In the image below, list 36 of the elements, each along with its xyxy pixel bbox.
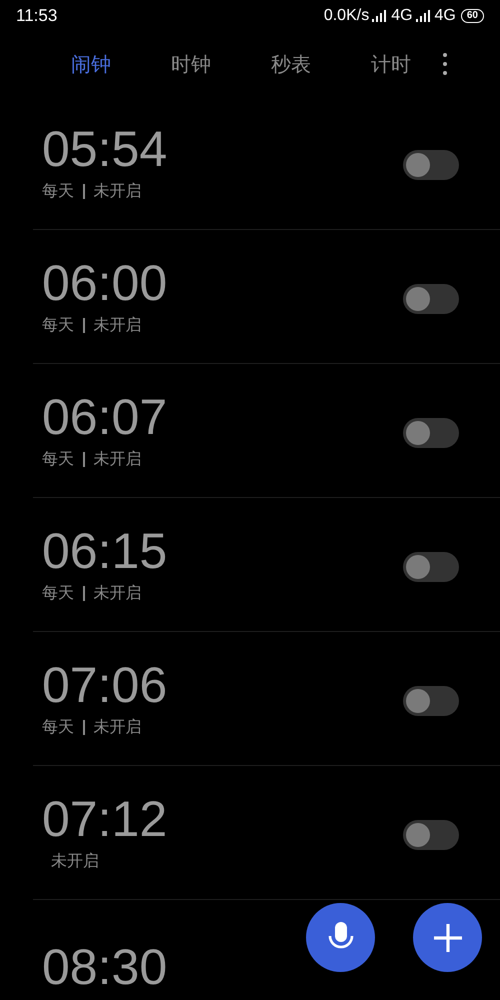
alarm-toggle[interactable] <box>403 686 459 716</box>
alarm-time: 05:54 <box>42 123 168 175</box>
alarm-time: 07:12 <box>42 793 168 845</box>
alarm-toggle[interactable] <box>403 820 459 850</box>
clock-time: 11:53 <box>16 6 58 26</box>
tab[interactable]: 计时 <box>371 50 439 78</box>
alarm-time: 07:06 <box>42 659 168 711</box>
alarm-status: 未开启 <box>94 584 142 604</box>
repeat-label: 每天 <box>42 450 74 470</box>
alarm-time: 06:15 <box>42 525 168 577</box>
plus-icon <box>432 922 462 952</box>
network-speed: 0.0K/s <box>324 7 370 25</box>
alarm-status: 未开启 <box>94 182 142 202</box>
alarm-status: 未开启 <box>94 718 142 738</box>
repeat-label: 每天 <box>42 316 74 336</box>
signal-icon <box>372 10 388 22</box>
alarm-toggle[interactable] <box>403 150 459 180</box>
tab[interactable]: 时钟 <box>171 50 271 78</box>
battery-indicator: 60 <box>460 9 484 23</box>
repeat-label: 每天 <box>42 584 74 604</box>
repeat-label: 每天 <box>42 182 74 202</box>
alarm-status: 未开启 <box>94 450 142 470</box>
alarm-status: 未开启 <box>94 316 142 336</box>
signal-icon <box>416 10 432 22</box>
alarm-toggle[interactable] <box>403 284 459 314</box>
alarm-toggle[interactable] <box>403 418 459 448</box>
alarm-time: 06:07 <box>42 391 168 443</box>
tab[interactable]: 秒表 <box>271 50 371 78</box>
alarm-time: 08:30 <box>42 940 168 992</box>
network-type: 4G <box>391 7 413 25</box>
repeat-label: 每天 <box>42 718 74 738</box>
alarm-status: 未开启 <box>51 852 99 872</box>
network-type: 4G <box>434 7 456 25</box>
alarm-toggle[interactable] <box>403 552 459 582</box>
tab[interactable]: 闹钟 <box>71 50 171 78</box>
alarm-time: 06:00 <box>42 257 168 309</box>
